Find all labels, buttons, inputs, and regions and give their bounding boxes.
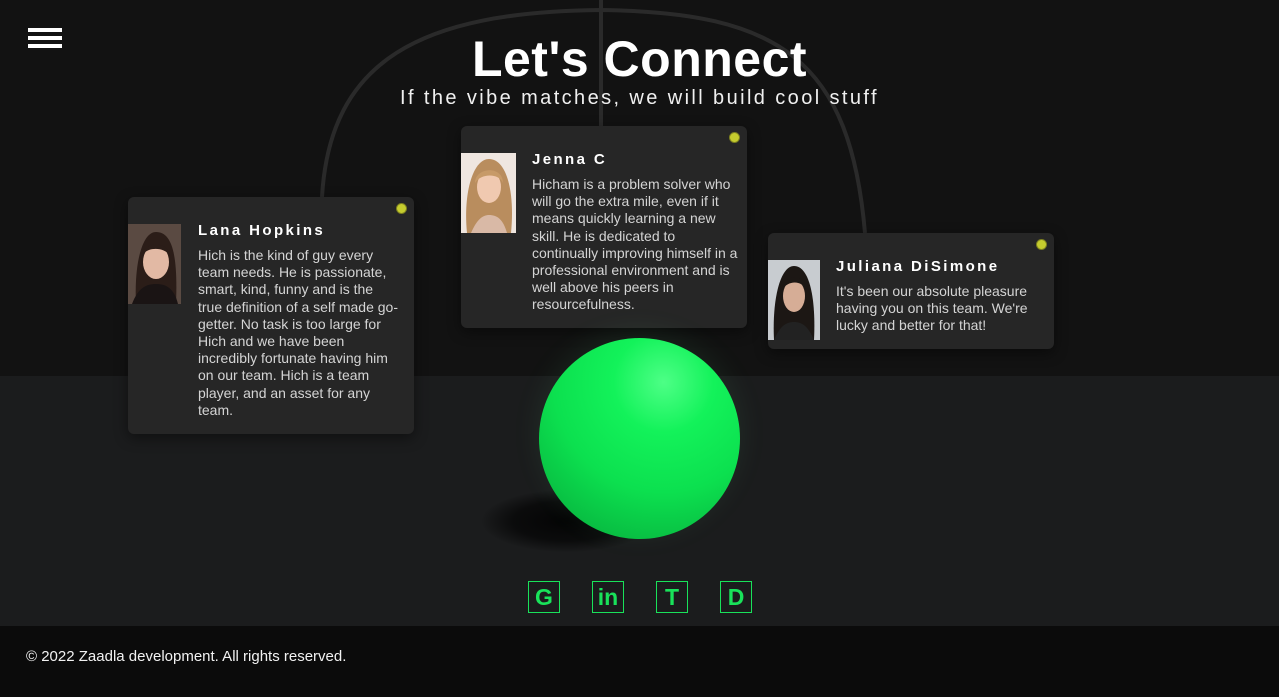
testimonial-card: Juliana DiSimone It's been our absolute … [768, 233, 1054, 349]
social-links: G in T D [528, 581, 752, 613]
linkedin-icon[interactable]: in [592, 581, 624, 613]
green-ball[interactable] [539, 338, 740, 539]
testimonial-text: Hicham is a problem solver who will go t… [532, 176, 738, 313]
dribbble-icon[interactable]: D [720, 581, 752, 613]
testimonial-name: Lana Hopkins [198, 222, 326, 239]
github-icon[interactable]: G [528, 581, 560, 613]
testimonial-name: Juliana DiSimone [836, 258, 1000, 275]
page-title: Let's Connect [471, 31, 808, 87]
testimonial-text: It's been our absolute pleasure having y… [836, 283, 1028, 334]
testimonial-card: Jenna C Hicham is a problem solver who w… [461, 126, 747, 328]
footer: © 2022 Zaadla development. All rights re… [0, 626, 1279, 697]
status-dot [729, 132, 740, 143]
copyright-text: © 2022 Zaadla development. All rights re… [26, 648, 347, 665]
testimonial-card: Lana Hopkins Hich is the kind of guy eve… [128, 197, 414, 434]
testimonial-text: Hich is the kind of guy every team needs… [198, 247, 399, 418]
testimonial-name: Jenna C [532, 151, 608, 168]
page-subtitle: If the vibe matches, we will build cool … [400, 87, 879, 109]
avatar [128, 224, 181, 304]
avatar [768, 260, 820, 340]
avatar [461, 153, 516, 233]
status-dot [1036, 239, 1047, 250]
status-dot [396, 203, 407, 214]
twitter-icon[interactable]: T [656, 581, 688, 613]
